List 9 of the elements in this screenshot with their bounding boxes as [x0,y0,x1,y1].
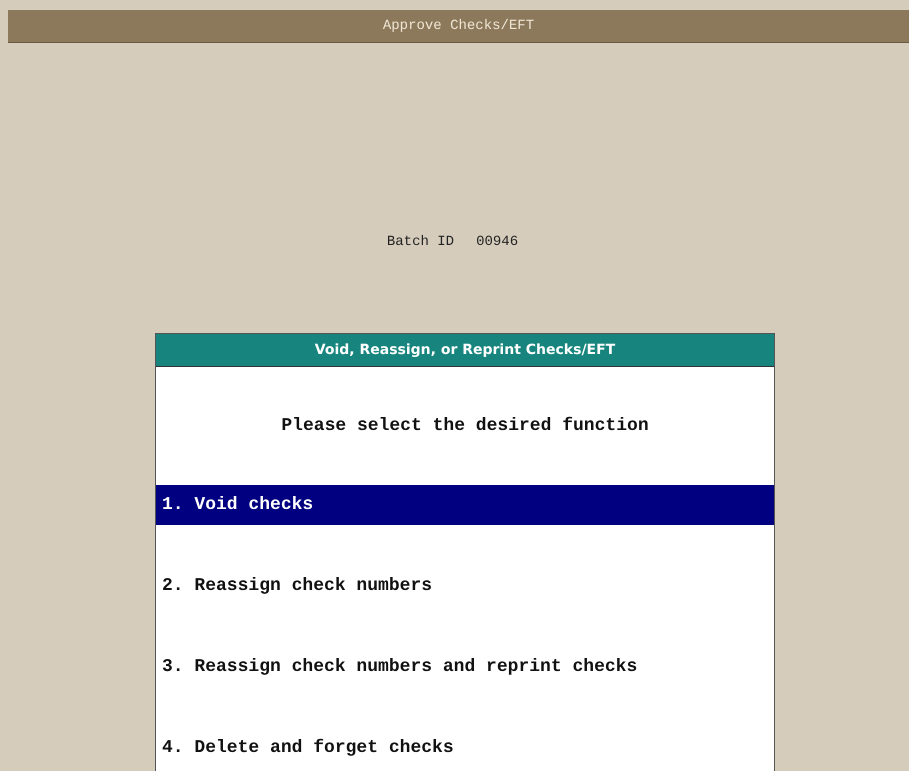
menu-option[interactable]: 1. Void checks [156,485,774,525]
prompt-text: Please select the desired function [281,416,649,436]
batch-value: 00946 [476,234,518,250]
dialog-title: Void, Reassign, or Reprint Checks/EFT [156,334,774,367]
menu-option[interactable]: 4. Delete and forget checks [156,728,774,768]
window-title: Approve Checks/EFT [382,18,534,34]
menu-option[interactable]: 3. Reassign check numbers and reprint checks [156,647,774,687]
menu-option[interactable]: 2. Reassign check numbers [156,566,774,606]
batch-label: Batch ID [386,234,454,250]
